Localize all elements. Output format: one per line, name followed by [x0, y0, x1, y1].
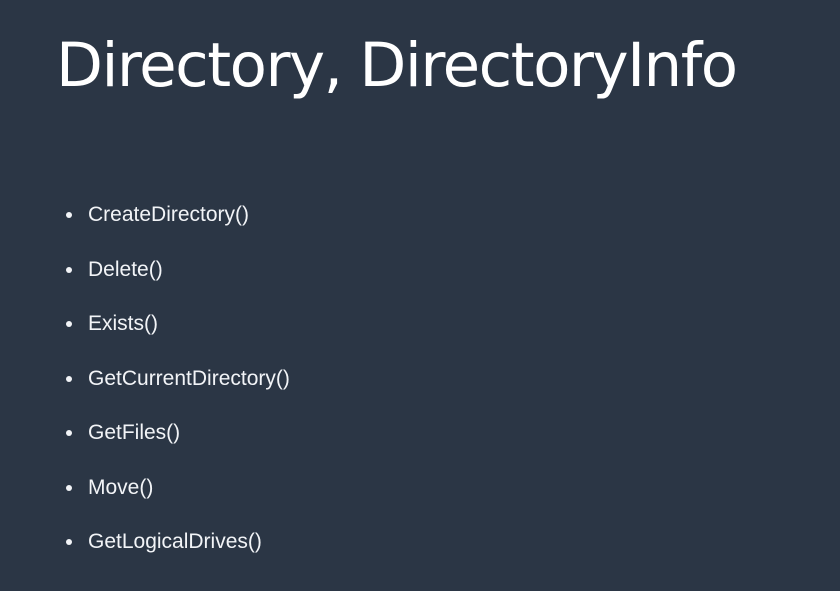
- bullet-icon: [66, 484, 72, 491]
- slide: Directory, DirectoryInfo CreateDirectory…: [0, 0, 840, 591]
- bullet-text: CreateDirectory(): [88, 203, 250, 226]
- bullet-text: Exists(): [88, 312, 158, 335]
- list-item: GetFiles(): [66, 417, 290, 472]
- bullet-icon: [66, 266, 72, 273]
- list-item: Move(): [66, 472, 290, 527]
- bullet-icon: [66, 212, 72, 218]
- slide-title: Directory, DirectoryInfo: [56, 30, 738, 101]
- bullet-icon: [66, 375, 72, 382]
- bullet-icon: [66, 430, 72, 436]
- bullet-icon: [66, 321, 72, 327]
- list-item: CreateDirectory(): [66, 199, 290, 254]
- list-item: GetLogicalDrives(): [66, 526, 290, 581]
- bullet-list: CreateDirectory() Delete() Exists() GetC…: [66, 199, 290, 581]
- bullet-icon: [66, 539, 72, 545]
- bullet-text: GetLogicalDrives(): [88, 530, 262, 553]
- bullet-text: GetCurrentDirectory(): [88, 366, 290, 390]
- bullet-text: GetFiles(): [88, 421, 181, 444]
- bullet-text: Delete(): [88, 257, 163, 281]
- list-item: GetCurrentDirectory(): [66, 363, 290, 418]
- list-item: Exists(): [66, 308, 290, 363]
- list-item: Delete(): [66, 254, 290, 309]
- bullet-text: Move(): [88, 475, 154, 499]
